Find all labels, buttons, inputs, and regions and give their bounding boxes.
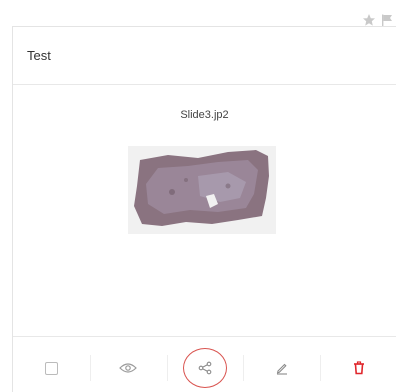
flag-icon[interactable] [380, 12, 394, 26]
share-icon[interactable] [198, 361, 212, 375]
tool-delete [320, 337, 397, 392]
select-checkbox[interactable] [44, 361, 58, 375]
slide-card: Test Slide3.jp2 [12, 26, 396, 392]
card-body: Slide3.jp2 [13, 85, 396, 337]
card-toolbar [13, 337, 397, 392]
eye-icon[interactable] [119, 362, 138, 374]
tissue-image [134, 150, 269, 226]
slide-thumbnail[interactable] [128, 146, 276, 234]
share-highlight-ring [182, 348, 227, 388]
slide-gallery-panel: Test Slide3.jp2 [0, 0, 400, 392]
trash-icon[interactable] [353, 361, 365, 375]
star-icon[interactable] [362, 12, 376, 26]
pencil-icon[interactable] [275, 361, 289, 375]
card-header: Test [13, 27, 396, 85]
tool-view [89, 337, 167, 392]
tool-edit [243, 337, 320, 392]
card-title: Test [27, 48, 51, 63]
tool-select [13, 337, 90, 392]
slide-filename: Slide3.jp2 [180, 109, 229, 121]
tool-share [166, 337, 244, 392]
corner-actions [362, 12, 394, 26]
